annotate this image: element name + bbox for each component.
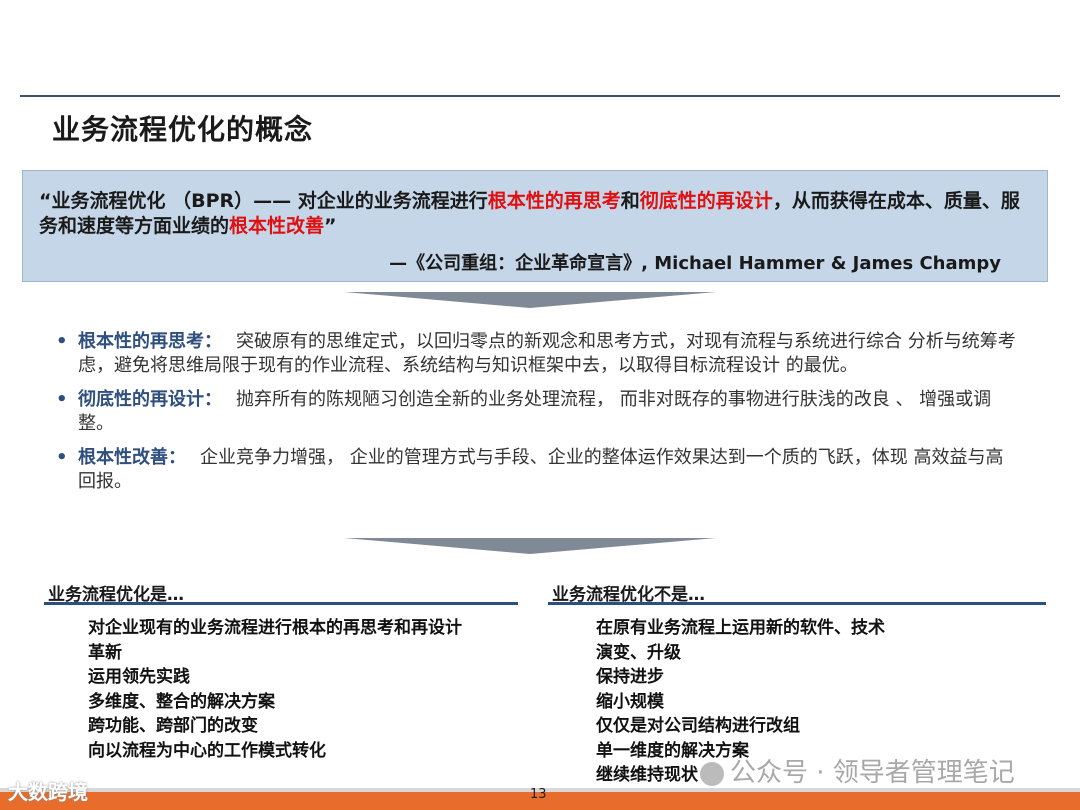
bullet-item: • 彻底性的再设计： 抛弃所有的陈规陋习创造全新的业务处理流程， 而非对既存的事物进… bbox=[56, 388, 1016, 436]
watermark-text: 公众号 · 领导者管理笔记 bbox=[730, 758, 1015, 788]
quote-part: “业务流程优化 （BPR）—— 对企业的业务流程进行 bbox=[39, 190, 488, 212]
list-item: 仅仅是对公司结构进行改组 bbox=[596, 716, 800, 736]
page-number: 13 bbox=[530, 787, 547, 802]
bullet-dot-icon: • bbox=[56, 331, 68, 352]
bullet-text: 企业竞争力增强， 企业的管理方式与手段、企业的整体运作效果达到一个质的飞跃，体现… bbox=[78, 447, 1004, 492]
not-column-divider bbox=[548, 602, 1046, 605]
list-item: 演变、升级 bbox=[596, 642, 681, 663]
list-item: 运用领先实践 bbox=[88, 667, 190, 687]
bullet-term: 彻底性的再设计： bbox=[78, 389, 222, 410]
quote-part: ” bbox=[324, 215, 337, 237]
concept-bullet-list: • 根本性的再思考： 突破原有的思维定式，以回归零点的新观念和思考方式，对现有流程与… bbox=[56, 330, 1016, 504]
bullet-term: 根本性的再思考： bbox=[78, 331, 222, 352]
quote-highlight: 根本性改善 bbox=[229, 215, 325, 237]
bullet-item: • 根本性改善： 企业竞争力增强， 企业的管理方式与手段、企业的整体运作效果达到一个… bbox=[56, 446, 1016, 494]
down-chevron-arrow bbox=[344, 538, 716, 554]
wechat-watermark: 公众号 · 领导者管理笔记 bbox=[700, 752, 1015, 789]
bullet-dot-icon: • bbox=[56, 447, 68, 468]
is-column-list: 对企业现有的业务流程进行根本的再思考和再设计 革新 运用领先实践 多维度、整合的… bbox=[88, 616, 462, 763]
definition-quote-box: “业务流程优化 （BPR）—— 对企业的业务流程进行根本性的再思考和彻底性的再设… bbox=[22, 170, 1048, 282]
quote-source: —《公司重组：企业革命宣言》, Michael Hammer & James C… bbox=[389, 253, 1001, 274]
top-divider bbox=[20, 95, 1060, 97]
list-item: 向以流程为中心的工作模式转化 bbox=[88, 740, 326, 761]
list-item: 在原有业务流程上运用新的软件、技术 bbox=[596, 618, 885, 638]
down-chevron-arrow bbox=[344, 292, 716, 308]
bullet-term: 根本性改善： bbox=[78, 447, 186, 468]
bullet-dot-icon: • bbox=[56, 389, 68, 410]
quote-highlight: 根本性的再思考 bbox=[487, 190, 621, 212]
list-item: 多维度、整合的解决方案 bbox=[88, 691, 275, 712]
list-item: 革新 bbox=[88, 642, 122, 663]
wechat-icon bbox=[700, 761, 724, 786]
brand-watermark: 大数跨境 bbox=[8, 780, 88, 804]
list-item: 保持进步 bbox=[596, 667, 664, 687]
is-column-divider bbox=[44, 602, 518, 605]
list-item: 对企业现有的业务流程进行根本的再思考和再设计 bbox=[88, 618, 462, 638]
quote-highlight: 彻底性的再设计 bbox=[639, 190, 773, 212]
quote-text: “业务流程优化 （BPR）—— 对企业的业务流程进行根本性的再思考和彻底性的再设… bbox=[39, 189, 1029, 239]
list-item: 跨功能、跨部门的改变 bbox=[88, 716, 258, 736]
list-item: 缩小规模 bbox=[596, 691, 664, 712]
quote-part: 和 bbox=[620, 190, 640, 212]
page-title: 业务流程优化的概念 bbox=[52, 113, 314, 146]
bullet-item: • 根本性的再思考： 突破原有的思维定式，以回归零点的新观念和思考方式，对现有流程与… bbox=[56, 330, 1016, 378]
